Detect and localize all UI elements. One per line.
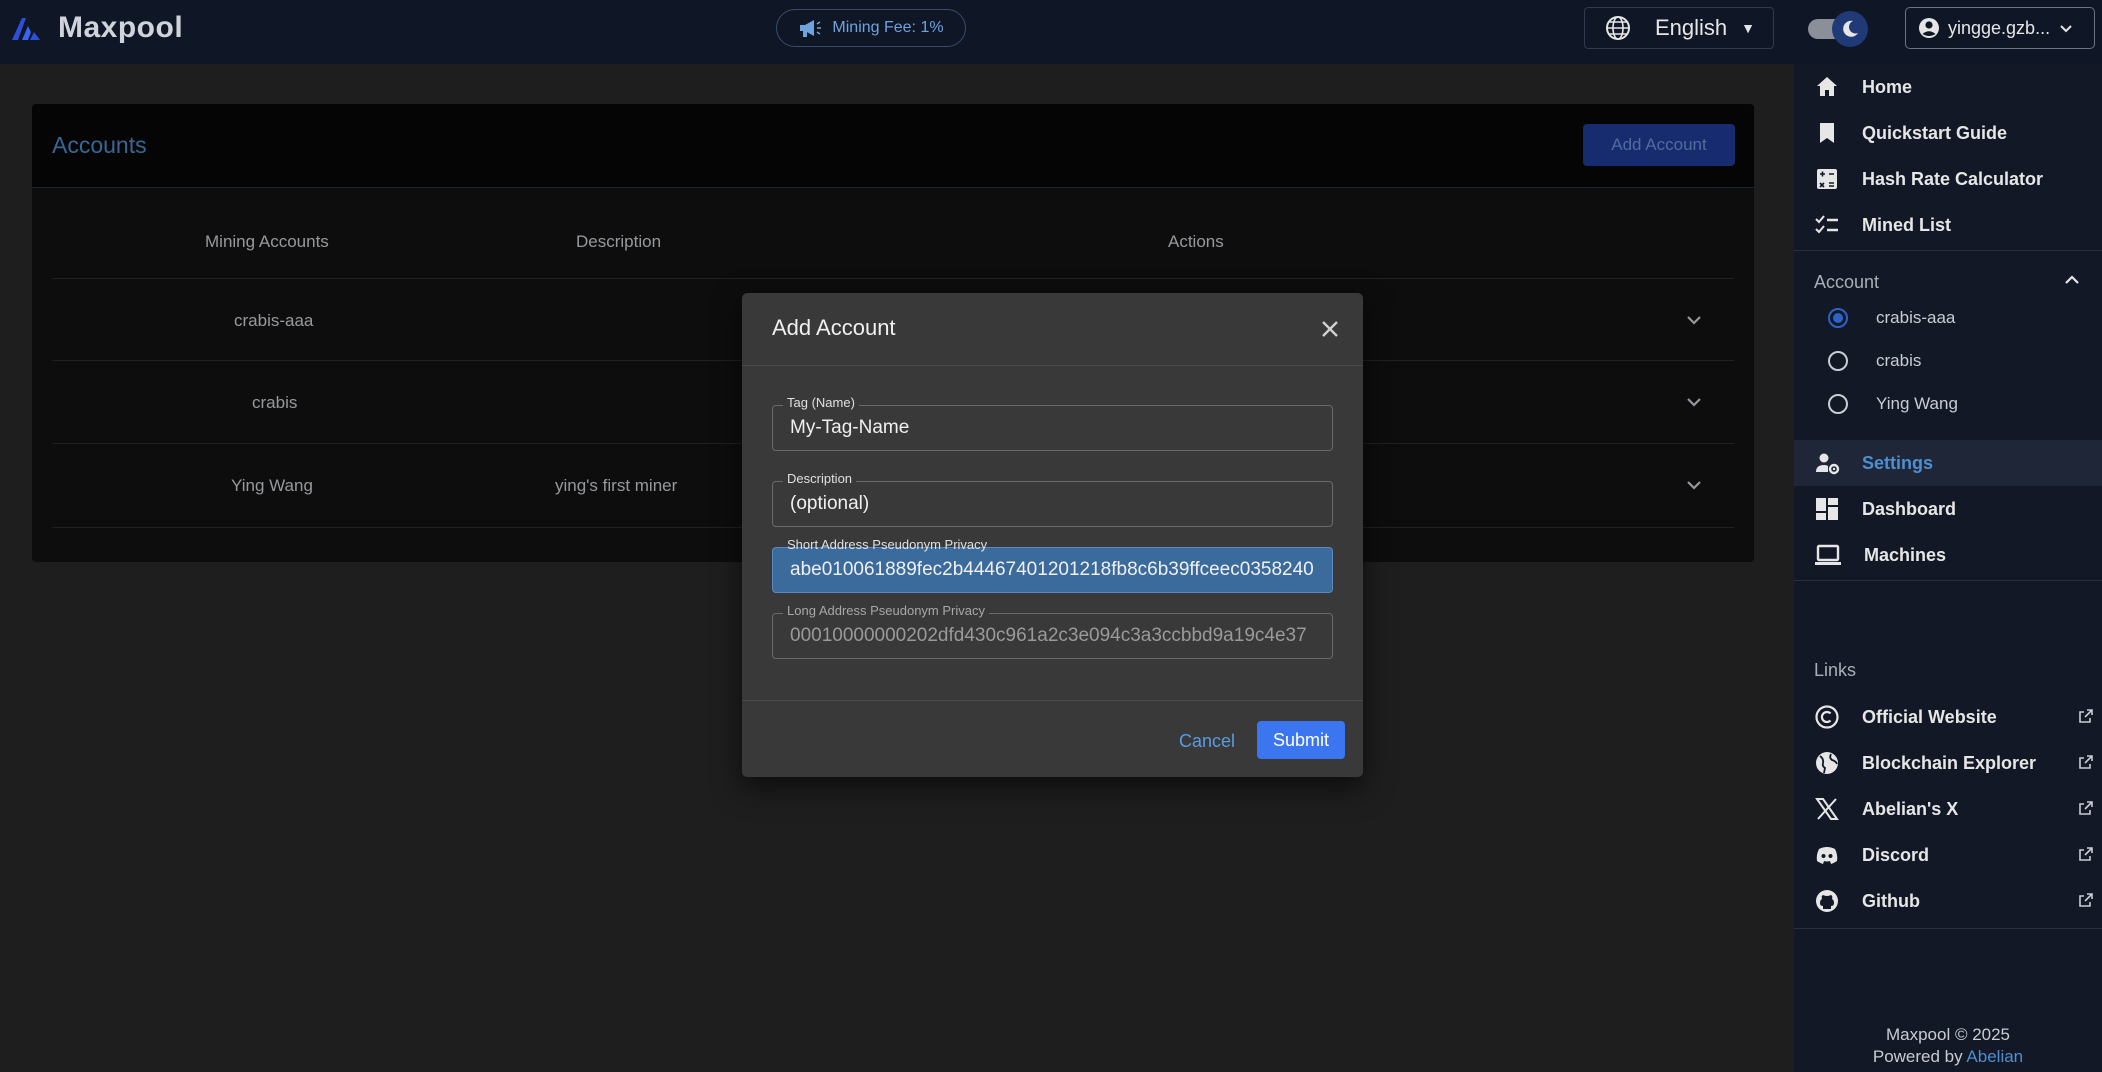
bookmark-icon bbox=[1820, 123, 1834, 143]
sidebar-link-blockchain-explorer[interactable]: Blockchain Explorer bbox=[1794, 740, 2102, 786]
sidebar: Home Quickstart Guide Hash Rate Calculat… bbox=[1794, 64, 2102, 1072]
field-value: (optional) bbox=[790, 493, 870, 514]
footer-powered-by: Powered by Abelian bbox=[1872, 1047, 2024, 1066]
sidebar-link-discord[interactable]: Discord bbox=[1794, 832, 2102, 878]
radio-unselected-icon bbox=[1828, 394, 1848, 414]
radio-unselected-icon bbox=[1828, 351, 1848, 371]
sidebar-item-label: Settings bbox=[1862, 452, 1934, 473]
moon-icon bbox=[1832, 11, 1868, 47]
user-name: yingge.gzb... bbox=[1948, 17, 2051, 38]
copyright-icon bbox=[1815, 705, 1839, 729]
open-in-new-icon bbox=[2079, 755, 2093, 769]
open-in-new-icon bbox=[2079, 893, 2093, 907]
github-icon bbox=[1816, 890, 1838, 912]
sidebar-item-mined-list[interactable]: Mined List bbox=[1794, 202, 2102, 248]
sidebar-account-ying-wang[interactable]: Ying Wang bbox=[1794, 381, 2102, 427]
caret-down-icon: ▼ bbox=[1741, 20, 1756, 36]
checklist-icon bbox=[1815, 215, 1838, 234]
user-menu-button[interactable]: yingge.gzb... bbox=[1905, 7, 2095, 49]
globe-icon bbox=[1606, 16, 1630, 40]
sidebar-item-label: Official Website bbox=[1862, 706, 1997, 727]
home-icon bbox=[1817, 77, 1837, 96]
short-address-field[interactable]: Short Address Pseudonym Privacy abe01006… bbox=[772, 537, 1333, 593]
sidebar-divider bbox=[1794, 580, 2102, 581]
add-account-dialog: Add Account Tag (Name) My-Tag-Name Descr… bbox=[742, 293, 1363, 777]
sidebar-footer: Maxpool © 2025 Powered by Abelian bbox=[1794, 1024, 2102, 1068]
chevron-down-icon bbox=[2060, 25, 2072, 33]
account-name: crabis bbox=[1876, 351, 1922, 370]
sidebar-account-crabis[interactable]: crabis bbox=[1794, 338, 2102, 384]
dialog-divider bbox=[742, 365, 1363, 366]
sidebar-item-label: Blockchain Explorer bbox=[1862, 752, 2037, 773]
sidebar-item-label: Machines bbox=[1864, 544, 1947, 565]
cancel-button[interactable]: Cancel bbox=[1172, 723, 1242, 759]
mining-fee-chip[interactable]: Mining Fee: 1% bbox=[776, 9, 966, 47]
long-address-field[interactable]: Long Address Pseudonym Privacy 000100000… bbox=[772, 603, 1333, 659]
x-logo-icon bbox=[1815, 798, 1839, 820]
open-in-new-icon bbox=[2079, 847, 2093, 861]
sidebar-item-machines[interactable]: Machines bbox=[1794, 532, 2102, 578]
laptop-icon bbox=[1815, 544, 1841, 565]
sidebar-item-home[interactable]: Home bbox=[1794, 64, 2102, 110]
field-label: Short Address Pseudonym Privacy bbox=[787, 537, 988, 552]
field-value: My-Tag-Name bbox=[790, 417, 910, 438]
maxpool-logo-icon bbox=[12, 18, 40, 40]
open-in-new-icon bbox=[2079, 801, 2093, 815]
dialog-divider bbox=[742, 700, 1363, 701]
close-icon[interactable] bbox=[1318, 317, 1342, 341]
globe-icon bbox=[1816, 752, 1838, 774]
megaphone-icon bbox=[800, 20, 822, 37]
app-name: Maxpool bbox=[58, 11, 184, 44]
field-label: Tag (Name) bbox=[783, 395, 859, 410]
manage-accounts-icon bbox=[1816, 453, 1840, 475]
sidebar-item-label: Github bbox=[1862, 890, 1920, 911]
sidebar-item-label: Abelian's X bbox=[1862, 798, 1959, 819]
field-label: Description bbox=[783, 471, 857, 486]
brand[interactable]: Maxpool bbox=[10, 10, 183, 46]
account-circle-icon bbox=[1919, 18, 1939, 38]
links-section-label: Links bbox=[1814, 660, 1857, 680]
sidebar-divider bbox=[1794, 250, 2102, 251]
sidebar-item-quickstart-guide[interactable]: Quickstart Guide bbox=[1794, 110, 2102, 156]
sidebar-item-label: Home bbox=[1862, 76, 1913, 97]
sidebar-link-github[interactable]: Github bbox=[1794, 878, 2102, 924]
theme-toggle[interactable] bbox=[1804, 11, 1868, 47]
account-name: crabis-aaa bbox=[1876, 308, 1956, 327]
open-in-new-icon bbox=[2079, 709, 2093, 723]
field-label: Long Address Pseudonym Privacy bbox=[783, 603, 989, 618]
dialog-title: Add Account bbox=[772, 315, 896, 340]
language-label: English bbox=[1655, 15, 1728, 40]
description-field[interactable]: Description (optional) bbox=[772, 471, 1333, 527]
sidebar-link-abelians-x[interactable]: Abelian's X bbox=[1794, 786, 2102, 832]
sidebar-item-label: Discord bbox=[1862, 844, 1930, 865]
submit-button[interactable]: Submit bbox=[1257, 721, 1345, 759]
account-section-label: Account bbox=[1814, 272, 1880, 292]
discord-icon bbox=[1816, 847, 1838, 864]
sidebar-item-dashboard[interactable]: Dashboard bbox=[1794, 486, 2102, 532]
calculator-icon bbox=[1817, 169, 1837, 189]
sidebar-item-label: Mined List bbox=[1862, 214, 1951, 235]
sidebar-item-label: Dashboard bbox=[1862, 498, 1957, 519]
tag-name-field[interactable]: Tag (Name) My-Tag-Name bbox=[772, 395, 1333, 451]
abelian-link[interactable]: Abelian bbox=[1966, 1047, 2023, 1066]
sidebar-item-settings[interactable]: Settings bbox=[1794, 440, 2102, 486]
footer-copyright: Maxpool © 2025 bbox=[1885, 1025, 2011, 1044]
sidebar-item-hash-rate-calculator[interactable]: Hash Rate Calculator bbox=[1794, 156, 2102, 202]
chevron-up-icon bbox=[2065, 275, 2079, 284]
account-name: Ying Wang bbox=[1876, 394, 1958, 413]
sidebar-link-official-website[interactable]: Official Website bbox=[1794, 694, 2102, 740]
sidebar-item-label: Hash Rate Calculator bbox=[1862, 168, 2044, 189]
field-value: 00010000000202dfd430c961a2c3e094c3a3ccbb… bbox=[790, 625, 1307, 646]
radio-selected-icon bbox=[1828, 308, 1848, 328]
sidebar-item-label: Quickstart Guide bbox=[1862, 122, 2008, 143]
field-value: abe010061889fec2b44467401201218fb8c6b39f… bbox=[790, 559, 1314, 580]
dashboard-icon bbox=[1816, 498, 1838, 520]
language-select[interactable]: English ▼ bbox=[1584, 7, 1774, 49]
sidebar-divider bbox=[1794, 928, 2102, 929]
sidebar-account-crabis-aaa[interactable]: crabis-aaa bbox=[1794, 295, 2102, 341]
top-bar: Maxpool Mining Fee: 1% English ▼ yingge.… bbox=[0, 0, 2102, 64]
mining-fee-text: Mining Fee: 1% bbox=[832, 19, 944, 36]
